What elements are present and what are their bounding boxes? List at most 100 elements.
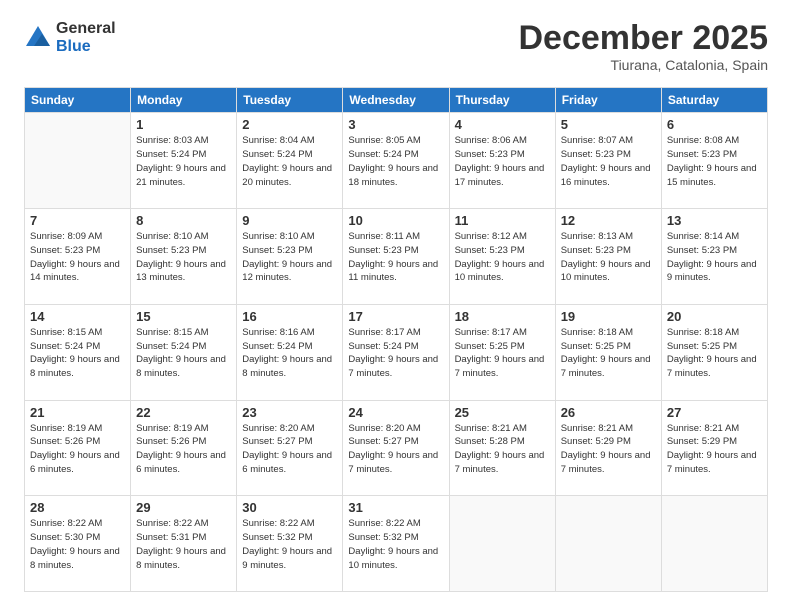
day-number: 11 — [455, 213, 550, 228]
calendar-header-row: Sunday Monday Tuesday Wednesday Thursday… — [25, 88, 768, 113]
day-number: 16 — [242, 309, 337, 324]
day-info: Sunrise: 8:17 AM Sunset: 5:25 PM Dayligh… — [455, 326, 550, 381]
day-info: Sunrise: 8:15 AM Sunset: 5:24 PM Dayligh… — [136, 326, 231, 381]
day-info: Sunrise: 8:05 AM Sunset: 5:24 PM Dayligh… — [348, 134, 443, 189]
page: General Blue December 2025 Tiurana, Cata… — [0, 0, 792, 612]
col-saturday: Saturday — [661, 88, 767, 113]
logo-text: General Blue — [56, 20, 116, 55]
table-row: 10Sunrise: 8:11 AM Sunset: 5:23 PM Dayli… — [343, 209, 449, 305]
table-row: 14 Sunrise: 8:15 AM Sunset: 5:24 PM Dayli… — [25, 304, 131, 400]
day-info: Sunrise: 8:21 AM Sunset: 5:28 PM Dayligh… — [455, 422, 550, 477]
table-row: 26 Sunrise: 8:21 AM Sunset: 5:29 PM Dayli… — [555, 400, 661, 496]
table-row: 2Sunrise: 8:04 AM Sunset: 5:24 PM Daylig… — [237, 113, 343, 209]
day-number: 13 — [667, 213, 762, 228]
day-number: 22 — [136, 405, 231, 420]
table-row: 13 Sunrise: 8:14 AM Sunset: 5:23 PM Dayli… — [661, 209, 767, 305]
table-row: 15 Sunrise: 8:15 AM Sunset: 5:24 PM Dayli… — [131, 304, 237, 400]
day-number: 15 — [136, 309, 231, 324]
day-info: Sunrise: 8:14 AM Sunset: 5:23 PM Dayligh… — [667, 230, 762, 285]
day-number: 25 — [455, 405, 550, 420]
table-row: 7 Sunrise: 8:09 AM Sunset: 5:23 PM Daylig… — [25, 209, 131, 305]
day-info: Sunrise: 8:10 AM Sunset: 5:23 PM Dayligh… — [136, 230, 231, 285]
day-info: Sunrise: 8:19 AM Sunset: 5:26 PM Dayligh… — [30, 422, 125, 477]
table-row: 16Sunrise: 8:16 AM Sunset: 5:24 PM Dayli… — [237, 304, 343, 400]
day-number: 20 — [667, 309, 762, 324]
day-number: 24 — [348, 405, 443, 420]
table-row: 27 Sunrise: 8:21 AM Sunset: 5:29 PM Dayli… — [661, 400, 767, 496]
day-number: 12 — [561, 213, 656, 228]
table-row: 12Sunrise: 8:13 AM Sunset: 5:23 PM Dayli… — [555, 209, 661, 305]
day-info: Sunrise: 8:15 AM Sunset: 5:24 PM Dayligh… — [30, 326, 125, 381]
day-info: Sunrise: 8:06 AM Sunset: 5:23 PM Dayligh… — [455, 134, 550, 189]
day-number: 14 — [30, 309, 125, 324]
table-row: 9 Sunrise: 8:10 AM Sunset: 5:23 PM Daylig… — [237, 209, 343, 305]
day-info: Sunrise: 8:20 AM Sunset: 5:27 PM Dayligh… — [242, 422, 337, 477]
day-number: 3 — [348, 117, 443, 132]
table-row: 1 Sunrise: 8:03 AM Sunset: 5:24 PM Daylig… — [131, 113, 237, 209]
title-block: December 2025 Tiurana, Catalonia, Spain — [518, 20, 768, 73]
day-info: Sunrise: 8:17 AM Sunset: 5:24 PM Dayligh… — [348, 326, 443, 381]
day-info: Sunrise: 8:08 AM Sunset: 5:23 PM Dayligh… — [667, 134, 762, 189]
day-number: 18 — [455, 309, 550, 324]
day-number: 5 — [561, 117, 656, 132]
day-info: Sunrise: 8:10 AM Sunset: 5:23 PM Dayligh… — [242, 230, 337, 285]
day-number: 4 — [455, 117, 550, 132]
col-friday: Friday — [555, 88, 661, 113]
day-number: 28 — [30, 500, 125, 515]
day-info: Sunrise: 8:18 AM Sunset: 5:25 PM Dayligh… — [667, 326, 762, 381]
logo-general: General — [56, 20, 116, 38]
day-number: 26 — [561, 405, 656, 420]
table-row: 5 Sunrise: 8:07 AM Sunset: 5:23 PM Daylig… — [555, 113, 661, 209]
day-number: 7 — [30, 213, 125, 228]
table-row: 22Sunrise: 8:19 AM Sunset: 5:26 PM Dayli… — [131, 400, 237, 496]
day-number: 31 — [348, 500, 443, 515]
day-info: Sunrise: 8:22 AM Sunset: 5:32 PM Dayligh… — [242, 517, 337, 572]
table-row: 8 Sunrise: 8:10 AM Sunset: 5:23 PM Daylig… — [131, 209, 237, 305]
week-row-5: 28 Sunrise: 8:22 AM Sunset: 5:30 PM Dayli… — [25, 496, 768, 592]
day-number: 6 — [667, 117, 762, 132]
col-wednesday: Wednesday — [343, 88, 449, 113]
day-info: Sunrise: 8:07 AM Sunset: 5:23 PM Dayligh… — [561, 134, 656, 189]
day-number: 30 — [242, 500, 337, 515]
table-row: 24 Sunrise: 8:20 AM Sunset: 5:27 PM Dayli… — [343, 400, 449, 496]
day-info: Sunrise: 8:09 AM Sunset: 5:23 PM Dayligh… — [30, 230, 125, 285]
day-number: 23 — [242, 405, 337, 420]
day-info: Sunrise: 8:22 AM Sunset: 5:31 PM Dayligh… — [136, 517, 231, 572]
table-row: 21 Sunrise: 8:19 AM Sunset: 5:26 PM Dayli… — [25, 400, 131, 496]
table-row — [449, 496, 555, 592]
day-info: Sunrise: 8:11 AM Sunset: 5:23 PM Dayligh… — [348, 230, 443, 285]
table-row — [661, 496, 767, 592]
table-row: 18 Sunrise: 8:17 AM Sunset: 5:25 PM Dayli… — [449, 304, 555, 400]
day-info: Sunrise: 8:22 AM Sunset: 5:32 PM Dayligh… — [348, 517, 443, 572]
logo-blue: Blue — [56, 38, 116, 56]
table-row — [555, 496, 661, 592]
day-info: Sunrise: 8:21 AM Sunset: 5:29 PM Dayligh… — [667, 422, 762, 477]
day-number: 21 — [30, 405, 125, 420]
day-info: Sunrise: 8:22 AM Sunset: 5:30 PM Dayligh… — [30, 517, 125, 572]
day-info: Sunrise: 8:12 AM Sunset: 5:23 PM Dayligh… — [455, 230, 550, 285]
table-row: 19Sunrise: 8:18 AM Sunset: 5:25 PM Dayli… — [555, 304, 661, 400]
day-number: 8 — [136, 213, 231, 228]
week-row-2: 7 Sunrise: 8:09 AM Sunset: 5:23 PM Daylig… — [25, 209, 768, 305]
day-number: 27 — [667, 405, 762, 420]
col-sunday: Sunday — [25, 88, 131, 113]
day-number: 1 — [136, 117, 231, 132]
table-row: 25 Sunrise: 8:21 AM Sunset: 5:28 PM Dayli… — [449, 400, 555, 496]
week-row-3: 14 Sunrise: 8:15 AM Sunset: 5:24 PM Dayli… — [25, 304, 768, 400]
day-number: 29 — [136, 500, 231, 515]
week-row-1: 1 Sunrise: 8:03 AM Sunset: 5:24 PM Daylig… — [25, 113, 768, 209]
day-number: 9 — [242, 213, 337, 228]
table-row: 17Sunrise: 8:17 AM Sunset: 5:24 PM Dayli… — [343, 304, 449, 400]
month-title: December 2025 — [518, 20, 768, 57]
table-row: 31 Sunrise: 8:22 AM Sunset: 5:32 PM Dayli… — [343, 496, 449, 592]
col-tuesday: Tuesday — [237, 88, 343, 113]
day-info: Sunrise: 8:03 AM Sunset: 5:24 PM Dayligh… — [136, 134, 231, 189]
day-number: 2 — [242, 117, 337, 132]
table-row — [25, 113, 131, 209]
day-number: 19 — [561, 309, 656, 324]
logo: General Blue — [24, 20, 116, 55]
location-subtitle: Tiurana, Catalonia, Spain — [518, 57, 768, 73]
day-info: Sunrise: 8:20 AM Sunset: 5:27 PM Dayligh… — [348, 422, 443, 477]
day-info: Sunrise: 8:21 AM Sunset: 5:29 PM Dayligh… — [561, 422, 656, 477]
table-row: 28 Sunrise: 8:22 AM Sunset: 5:30 PM Dayli… — [25, 496, 131, 592]
